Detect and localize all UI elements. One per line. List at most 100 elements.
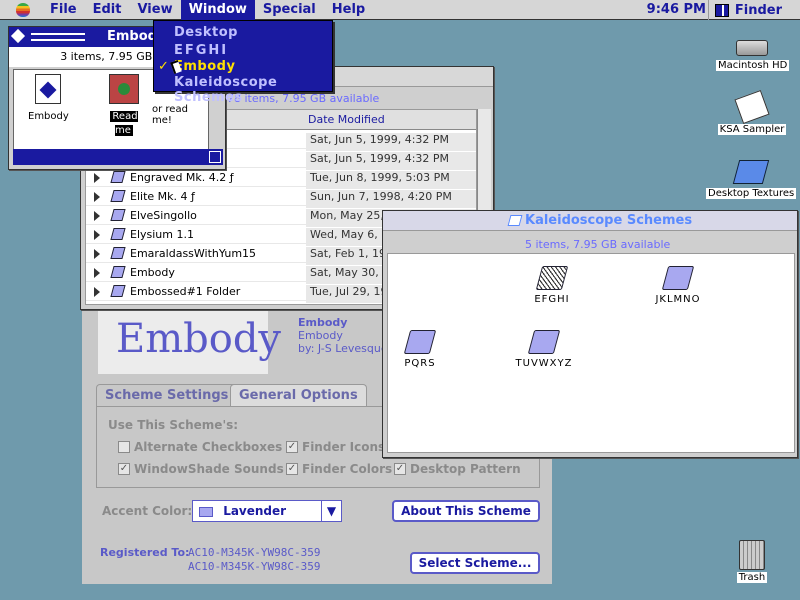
checkbox-box xyxy=(118,441,130,453)
window-menu-item-kaleidoscope-schemes[interactable]: Kaleidoscope Schemes xyxy=(174,75,332,105)
embody-logo: Embody xyxy=(98,310,281,374)
file-icon-read-me[interactable]: Read me xyxy=(104,74,144,136)
tab-general-options[interactable]: General Options xyxy=(230,384,367,406)
desktop-icon-ksa-sampler[interactable]: KSA Sampler xyxy=(716,89,788,135)
file-icon-or-read-me[interactable]: or read me! xyxy=(152,104,208,126)
row-name: Engraved Mk. 4.2 ƒ xyxy=(130,171,234,184)
window-menu-dropdown: Desktop EFGHI ✓ Embody Kaleidoscope Sche… xyxy=(153,20,333,105)
folder-icon xyxy=(732,160,770,184)
checkbox-label: Alternate Checkboxes xyxy=(134,440,283,454)
scheme-icon-efghi[interactable]: EFGHI xyxy=(512,266,592,305)
desktop-icon-trash[interactable]: Trash xyxy=(730,540,774,583)
file-icon-embody[interactable]: Embody xyxy=(28,74,69,122)
row-name: ElveSingollo xyxy=(130,209,197,222)
disclosure-triangle-icon[interactable] xyxy=(94,173,100,183)
chevron-down-icon: ▼ xyxy=(321,501,341,521)
apple-menu-icon[interactable] xyxy=(16,2,30,17)
file-icon xyxy=(110,285,126,297)
select-scheme-button[interactable]: Select Scheme... xyxy=(410,552,540,574)
file-icon-label: Embody xyxy=(28,111,69,122)
disclosure-triangle-icon[interactable] xyxy=(94,192,100,202)
menu-bar: File Edit View Window Special Help 9:46 … xyxy=(0,0,800,20)
registered-to-label: Registered To: xyxy=(100,546,190,559)
menu-file[interactable]: File xyxy=(42,0,85,20)
document-icon xyxy=(734,89,770,125)
checkbox-finder-icons[interactable]: ✓ Finder Icons xyxy=(286,440,385,454)
accent-color-value: Lavender xyxy=(223,504,287,518)
checkbox-alternate-checkboxes[interactable]: Alternate Checkboxes xyxy=(118,440,282,454)
row-name: Elite Mk. 4 ƒ xyxy=(130,190,195,203)
application-menu[interactable]: Finder xyxy=(707,0,800,20)
checkbox-finder-colors[interactable]: ✓ Finder Colors xyxy=(286,462,392,476)
checkmark-icon: ✓ xyxy=(286,463,298,475)
window-menu-item-desktop[interactable]: Desktop xyxy=(174,25,238,40)
logo-text: Embody xyxy=(116,316,282,362)
title-stripes xyxy=(31,33,85,41)
checkbox-desktop-pattern[interactable]: ✓ Desktop Pattern xyxy=(394,462,521,476)
menu-special[interactable]: Special xyxy=(255,0,324,20)
menu-clock[interactable]: 9:46 PM xyxy=(647,0,706,20)
checkbox-label: WindowShade Sounds xyxy=(134,462,284,476)
checkbox-windowshade-sounds[interactable]: ✓ WindowShade Sounds xyxy=(118,462,284,476)
trash-icon xyxy=(739,540,765,570)
checkmark-icon: ✓ xyxy=(158,59,169,74)
column-header-date[interactable]: Date Modified xyxy=(302,110,476,130)
window-menu-item-embody[interactable]: Embody xyxy=(174,59,235,74)
window-status: 5 items, 7.95 GB available xyxy=(525,238,671,251)
registration-line: AC10-M345K-YW98C-359 xyxy=(188,546,321,559)
disclosure-triangle-icon[interactable] xyxy=(94,268,100,278)
menu-view[interactable]: View xyxy=(129,0,180,20)
disclosure-triangle-icon[interactable] xyxy=(94,249,100,259)
checkbox-label: Finder Icons xyxy=(302,440,386,454)
diamond-icon xyxy=(10,28,26,44)
file-icon xyxy=(110,171,126,183)
window-menu-item-efghi[interactable]: EFGHI xyxy=(174,43,228,58)
finder-icon xyxy=(714,3,729,17)
color-swatch-icon xyxy=(199,506,213,517)
menu-help[interactable]: Help xyxy=(324,0,373,20)
disclosure-triangle-icon[interactable] xyxy=(94,230,100,240)
scheme-icon-pqrs[interactable]: PQRS xyxy=(380,330,460,369)
row-name: Elysium 1.1 xyxy=(130,228,194,241)
hard-disk-icon xyxy=(736,40,768,56)
file-icon xyxy=(110,266,126,278)
registration-line: AC10-M345K-YW98C-359 xyxy=(188,560,321,573)
desktop-icon-macintosh-hd[interactable]: Macintosh HD xyxy=(716,40,790,71)
scheme-name: Embody xyxy=(298,316,348,329)
desktop-icon-label: KSA Sampler xyxy=(717,124,787,135)
desktop-icon-label: Desktop Textures xyxy=(706,188,797,199)
scheme-icon-jklmno[interactable]: JKLMNO xyxy=(638,266,718,305)
scheme-info: Embody Embody by: J-S Levesque xyxy=(298,316,388,355)
disclosure-triangle-icon[interactable] xyxy=(94,211,100,221)
tab-scheme-settings[interactable]: Scheme Settings xyxy=(96,384,238,406)
menu-window[interactable]: Window xyxy=(180,0,255,20)
window-titlebar[interactable]: Kaleidoscope Schemes xyxy=(383,211,797,231)
window-content: EFGHI JKLMNO PQRS TUVWXYZ xyxy=(387,253,795,453)
checkmark-icon: ✓ xyxy=(394,463,406,475)
application-menu-label: Finder xyxy=(734,2,782,18)
window-bottom-bar xyxy=(13,149,223,165)
file-icon xyxy=(110,190,126,202)
table-row[interactable]: Engraved Mk. 4.2 ƒ Tue, Jun 8, 1999, 5:03… xyxy=(86,168,476,189)
checkbox-label: Finder Colors xyxy=(302,462,393,476)
menu-edit[interactable]: Edit xyxy=(85,0,130,20)
row-name: Embody xyxy=(130,266,175,279)
table-row[interactable]: Elite Mk. 4 ƒ Sun, Jun 7, 1998, 4:20 PM xyxy=(86,187,476,208)
scheme-label: EFGHI xyxy=(534,294,570,305)
desktop-icon-desktop-textures[interactable]: Desktop Textures xyxy=(706,160,797,199)
document-icon xyxy=(35,74,61,104)
disclosure-triangle-icon[interactable] xyxy=(94,287,100,297)
row-name: EmaraldassWithYum15 xyxy=(130,247,257,260)
resize-box-icon[interactable] xyxy=(209,151,221,163)
window-title: Kaleidoscope Schemes xyxy=(525,213,693,228)
about-scheme-button[interactable]: About This Scheme xyxy=(392,500,540,522)
folder-icon xyxy=(507,215,523,226)
desktop-icon-label: Trash xyxy=(736,572,768,583)
scheme-file-icon xyxy=(661,266,695,290)
scheme-icon-tuvwxyz[interactable]: TUVWXYZ xyxy=(504,330,584,369)
kaleidoscope-schemes-window: Kaleidoscope Schemes 5 items, 7.95 GB av… xyxy=(382,210,798,458)
scheme-file-icon xyxy=(535,266,569,290)
accent-color-popup[interactable]: Lavender ▼ xyxy=(192,500,342,522)
scheme-file-icon xyxy=(403,330,437,354)
checkbox-label: Desktop Pattern xyxy=(410,462,521,476)
